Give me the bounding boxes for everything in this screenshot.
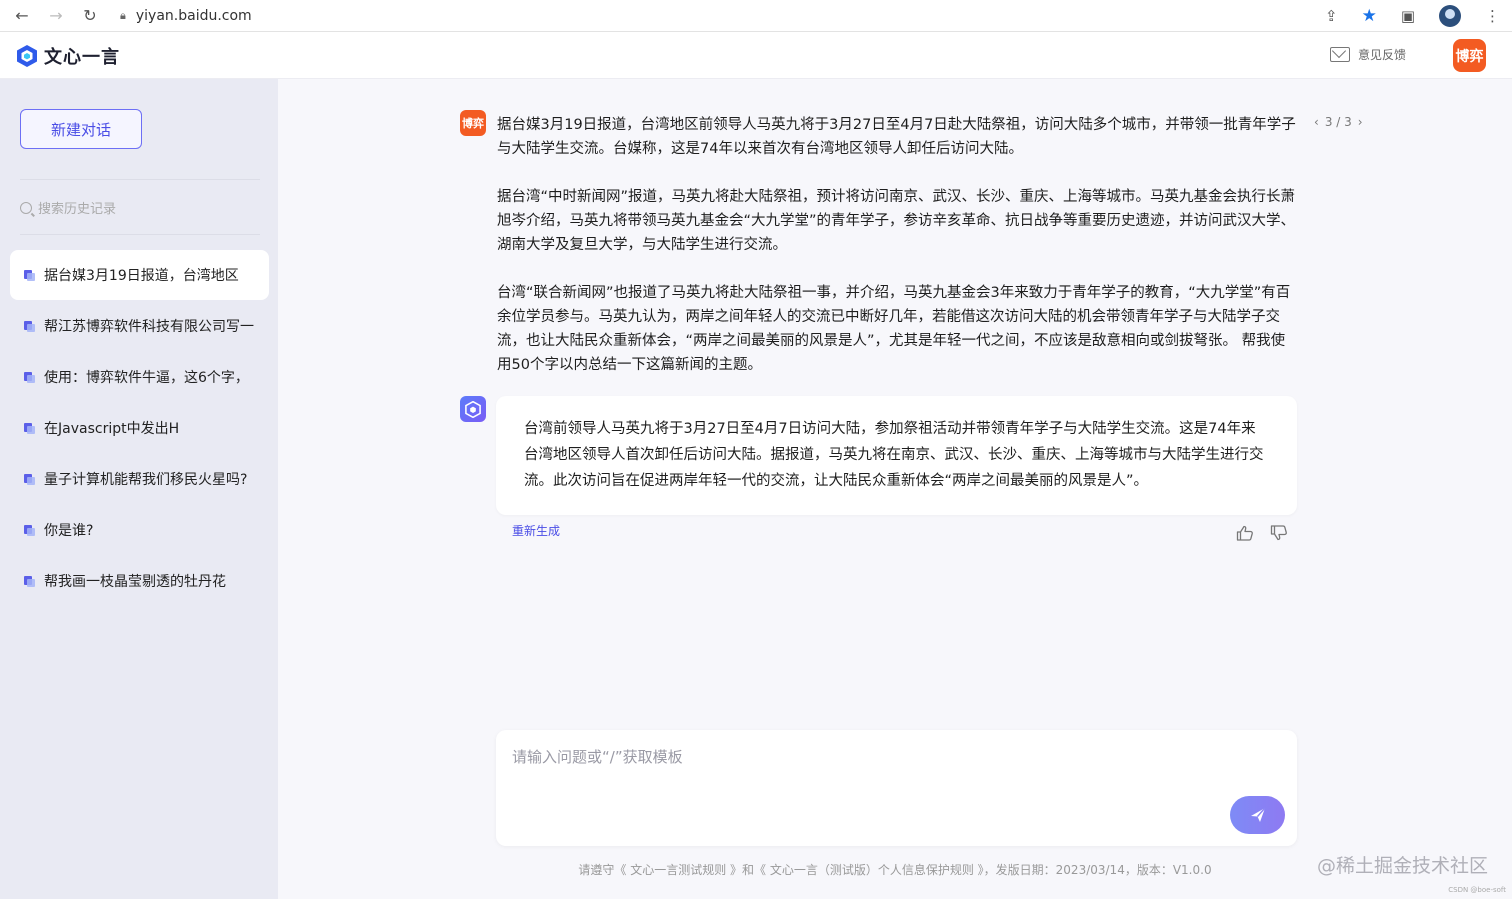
wenxin-bot-icon [465,400,481,418]
user-message-avatar: 博弈 [460,110,486,136]
pager-count: 3 / 3 [1324,115,1352,129]
menu-kebab-icon[interactable]: ⋮ [1485,7,1500,25]
history-item[interactable]: 你是谁? [10,505,269,555]
regenerate-button[interactable]: 重新生成 [512,522,560,539]
message-input-box [496,730,1297,846]
feedback-button[interactable]: 意见反馈 [1329,46,1406,63]
history-item[interactable]: 据台媒3月19日报道，台湾地区 [10,250,269,300]
message-input[interactable] [512,746,1212,806]
history-item-label: 你是谁? [44,523,94,539]
chat-icon [24,320,35,332]
sidebar: 新建对话 搜索历史记录 据台媒3月19日报道，台湾地区 帮江苏博弈软件科技有限公… [0,79,278,899]
chat-icon [24,371,35,383]
chat-area: 博弈 据台媒3月19日报道，台湾地区前领导人马英九将于3月27日至4月7日赴大陆… [278,79,1512,899]
chat-icon [24,422,35,434]
new-chat-button[interactable]: 新建对话 [20,109,142,149]
search-placeholder: 搜索历史记录 [38,202,117,217]
history-item-label: 帮我画一枝晶莹剔透的牡丹花 [44,574,226,590]
chat-icon [24,524,35,536]
browser-actions: ⇪ ★ ▣ ⋮ [1325,0,1500,32]
lock-icon[interactable]: 🔒︎ [120,9,126,23]
send-icon [1250,807,1266,822]
profile-avatar-icon[interactable] [1439,5,1461,27]
site-watermark: @稀土掘金技术社区 [1316,855,1488,877]
reload-icon[interactable]: ↻ [82,6,98,25]
search-icon [20,201,32,214]
sidepanel-icon[interactable]: ▣ [1401,7,1415,25]
sidebar-divider [20,234,260,235]
history-item-label: 据台媒3月19日报道，台湾地区 [44,268,239,284]
response-pager: ‹ 3 / 3 › [1314,115,1363,129]
browser-toolbar: ← → ↻ 🔒︎ yiyan.baidu.com ⇪ ★ ▣ ⋮ [0,0,1512,32]
bookmark-star-icon[interactable]: ★ [1362,6,1377,26]
app-header: 文心一言 意见反馈 博弈 [0,32,1512,79]
chat-icon [24,269,35,281]
history-item[interactable]: 在Javascript中发出H [10,403,269,453]
chat-icon [24,575,35,587]
user-message-paragraph: 台湾“联合新闻网”也报道了马英九将赴大陆祭祖一事，并介绍，马英九基金会3年来致力… [497,285,1291,373]
wenxin-logo-icon [17,45,37,67]
bot-reply-text: 台湾前领导人马英九将于3月27日至4月7日访问大陆，参加祭祖活动并带领青年学子与… [524,421,1264,489]
app-logo[interactable]: 文心一言 [16,43,120,69]
bot-reply-card: 台湾前领导人马英九将于3月27日至4月7日访问大陆，参加祭祖活动并带领青年学子与… [496,396,1297,515]
thumbs-up-icon[interactable] [1236,525,1254,541]
history-list: 据台媒3月19日报道，台湾地区 帮江苏博弈软件科技有限公司写一 使用：博弈软件牛… [10,250,269,607]
history-item[interactable]: 帮江苏博弈软件科技有限公司写一 [10,301,269,351]
history-item[interactable]: 帮我画一枝晶莹剔透的牡丹花 [10,556,269,606]
user-message-paragraph: 据台湾“中时新闻网”报道，马英九将赴大陆祭祖，预计将访问南京、武汉、长沙、重庆、… [497,189,1296,253]
thumbs-down-icon[interactable] [1270,525,1288,541]
next-response-icon[interactable]: › [1358,115,1363,129]
history-item-label: 在Javascript中发出H [44,421,180,437]
forward-icon[interactable]: → [48,6,64,25]
bot-avatar [460,396,486,422]
history-item-label: 帮江苏博弈软件科技有限公司写一 [44,319,254,335]
user-avatar[interactable]: 博弈 [1453,39,1486,72]
user-message-paragraph: 据台媒3月19日报道，台湾地区前领导人马英九将于3月27日至4月7日赴大陆祭祖，… [497,117,1296,157]
feedback-actions [1236,525,1288,541]
back-icon[interactable]: ← [14,6,30,25]
csdn-watermark: CSDN @boe-soft [1448,886,1506,894]
history-item-label: 量子计算机能帮我们移民火星吗? [44,472,248,488]
user-message: 据台媒3月19日报道，台湾地区前领导人马英九将于3月27日至4月7日赴大陆祭祖，… [497,113,1297,401]
mail-icon [1329,47,1350,62]
history-item[interactable]: 量子计算机能帮我们移民火星吗? [10,454,269,504]
app-name: 文心一言 [44,47,120,68]
history-item-label: 使用：博弈软件牛逼，这6个字， [44,370,249,386]
send-button[interactable] [1230,796,1285,834]
prev-response-icon[interactable]: ‹ [1314,115,1319,129]
sidebar-divider [20,179,260,180]
history-search[interactable]: 搜索历史记录 [20,198,116,217]
address-bar[interactable]: yiyan.baidu.com [136,8,252,24]
history-item[interactable]: 使用：博弈软件牛逼，这6个字， [10,352,269,402]
share-icon[interactable]: ⇪ [1325,7,1338,25]
feedback-label: 意见反馈 [1357,48,1406,62]
chat-icon [24,473,35,485]
browser-nav: ← → ↻ [0,6,98,25]
